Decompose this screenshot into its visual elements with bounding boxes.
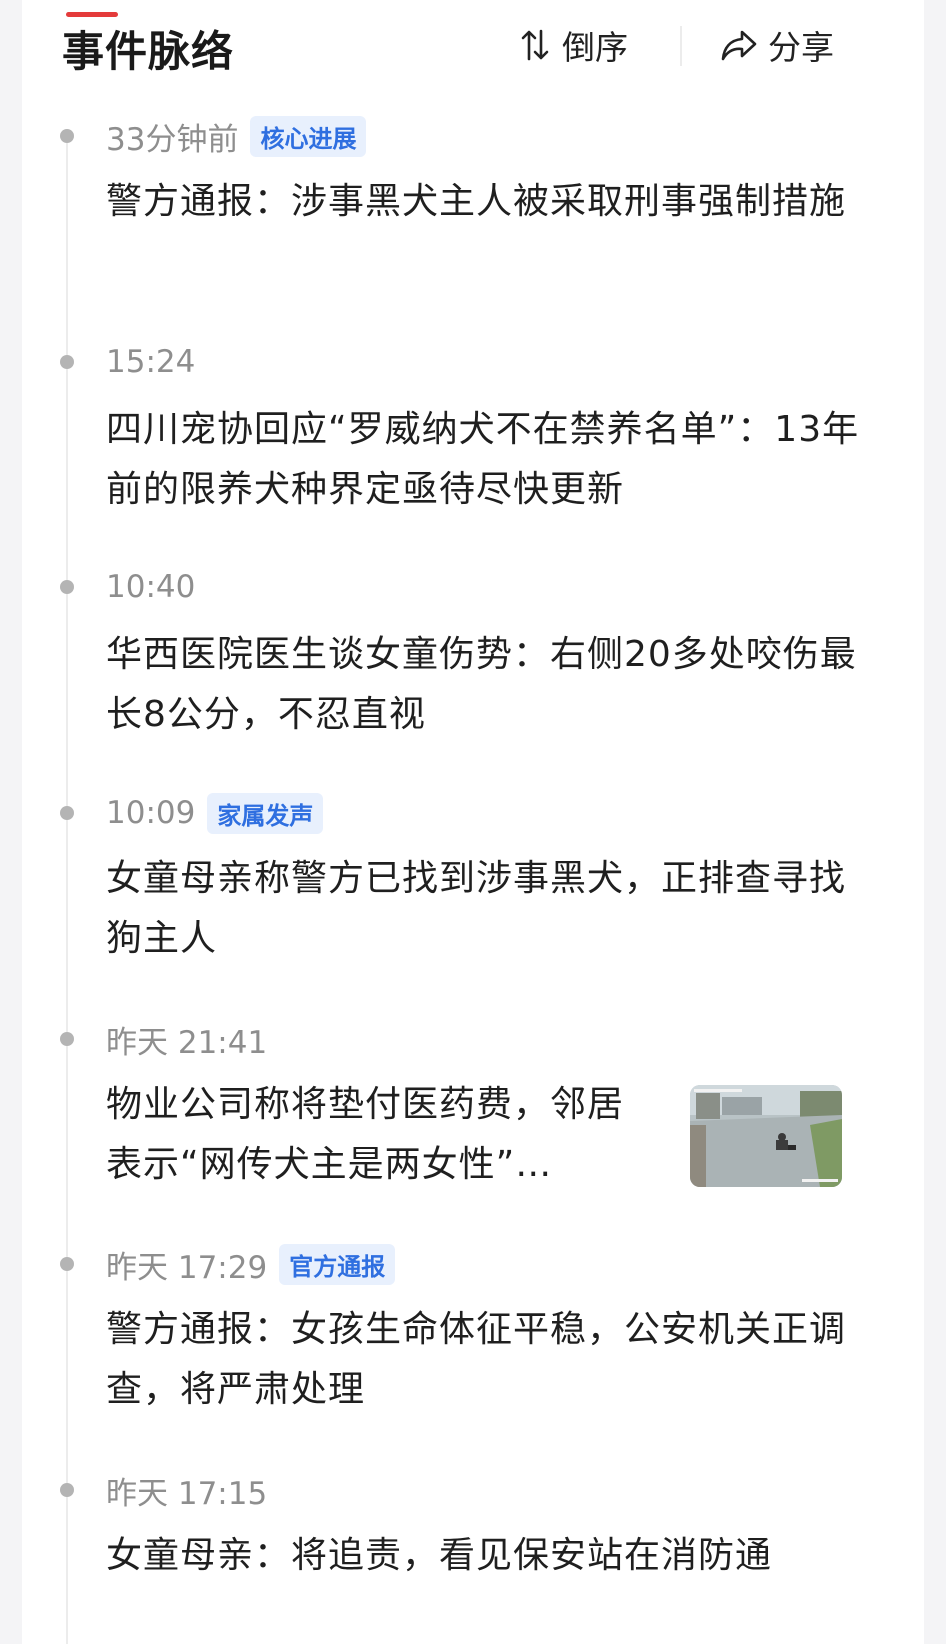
event-headline[interactable]: 警方通报：女孩生命体征平稳，公安机关正调查，将严肃处理 — [106, 1300, 866, 1420]
sort-arrows-icon — [520, 28, 550, 62]
event-meta: 昨天 17:15 — [106, 1468, 267, 1512]
event-headline[interactable]: 女童母亲：将追责，看见保安站在消防通 — [106, 1526, 866, 1586]
timeline-header: 事件脉络 倒序 分享 — [22, 0, 924, 92]
timeline-card: 事件脉络 倒序 分享 33分钟前 核心进展 警方通报：涉事黑犬主人被采取刑事强制… — [22, 0, 924, 1644]
timeline-dot — [60, 1257, 74, 1271]
event-time: 10:09 — [106, 795, 196, 831]
event-tag: 官方通报 — [279, 1243, 396, 1285]
timeline-dot — [60, 806, 74, 820]
share-arrow-icon — [720, 28, 758, 62]
event-headline[interactable]: 女童母亲称警方已找到涉事黑犬，正排查寻找狗主人 — [106, 849, 866, 969]
event-headline[interactable]: 警方通报：涉事黑犬主人被采取刑事强制措施 — [106, 172, 866, 232]
sort-order-label: 倒序 — [562, 28, 628, 67]
timeline-dot — [60, 1032, 74, 1046]
event-meta: 昨天 17:29 官方通报 — [106, 1242, 396, 1286]
event-time: 15:24 — [106, 344, 196, 380]
event-headline[interactable]: 物业公司称将垫付医药费，邻居表示“网传犬主是两女性”… — [106, 1075, 658, 1195]
event-meta: 10:40 — [106, 565, 195, 609]
event-meta: 昨天 21:41 — [106, 1017, 267, 1061]
event-time: 昨天 17:15 — [106, 1475, 268, 1512]
header-divider — [680, 26, 682, 66]
sort-order-button[interactable]: 倒序 — [520, 22, 628, 68]
event-meta: 33分钟前 核心进展 — [106, 114, 367, 158]
event-meta: 10:09 家属发声 — [106, 791, 324, 835]
event-meta: 15:24 — [106, 340, 195, 384]
event-thumbnail[interactable] — [690, 1085, 842, 1187]
event-tag: 核心进展 — [250, 115, 367, 157]
event-headline[interactable]: 四川宠协回应“罗威纳犬不在禁养名单”：13年前的限养犬种界定亟待尽快更新 — [106, 400, 866, 520]
share-label: 分享 — [768, 28, 834, 67]
event-headline[interactable]: 华西医院医生谈女童伤势：右侧20多处咬伤最长8公分，不忍直视 — [106, 625, 866, 745]
event-time: 昨天 21:41 — [106, 1024, 268, 1061]
share-button[interactable]: 分享 — [720, 22, 834, 68]
event-time: 昨天 17:29 — [106, 1249, 268, 1286]
timeline-dot — [60, 1483, 74, 1497]
event-time: 10:40 — [106, 569, 196, 605]
event-tag: 家属发声 — [207, 792, 324, 834]
timeline-dot — [60, 580, 74, 594]
timeline-dot — [60, 355, 74, 369]
section-title: 事件脉络 — [62, 27, 235, 76]
event-time: 33分钟前 — [106, 121, 239, 158]
timeline-dot — [60, 129, 74, 143]
